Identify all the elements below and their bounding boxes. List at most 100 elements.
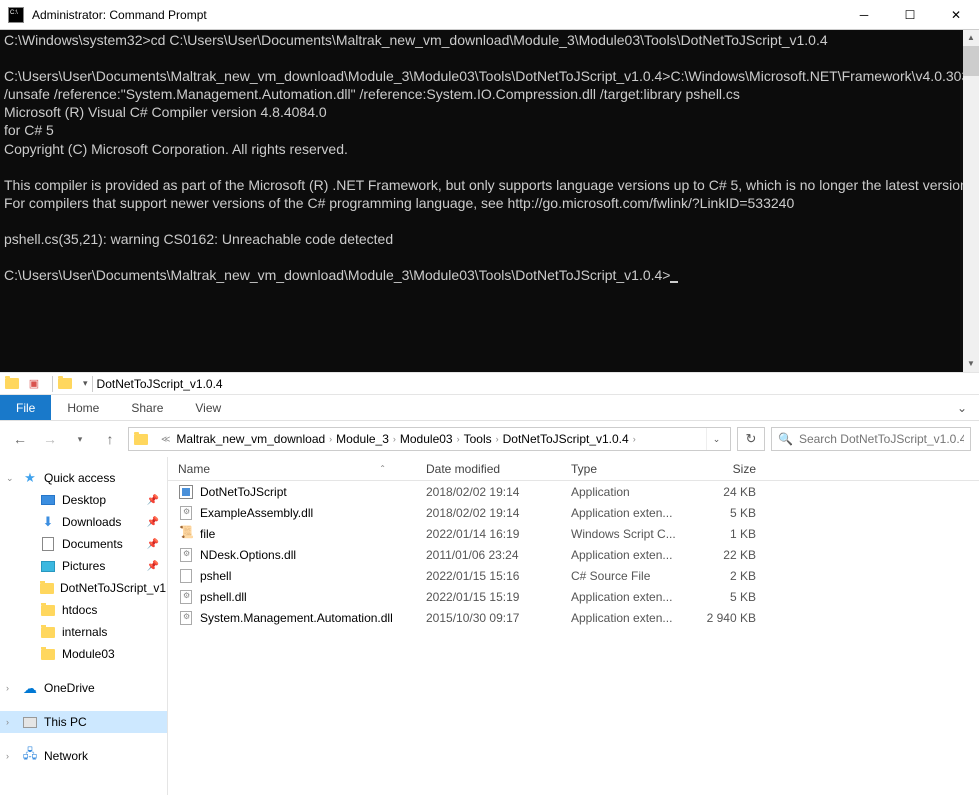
application-icon xyxy=(178,484,194,500)
dll-icon xyxy=(178,547,194,563)
file-tab[interactable]: File xyxy=(0,395,51,420)
column-name[interactable]: Name⌃ xyxy=(168,462,426,476)
column-type[interactable]: Type xyxy=(571,462,696,476)
file-name: pshell xyxy=(200,569,231,583)
chevron-right-icon[interactable]: › xyxy=(393,434,396,444)
navigation-pane[interactable]: ⌄ ★ Quick access Desktop📌⬇Downloads📌Docu… xyxy=(0,457,168,795)
file-row[interactable]: pshell.dll2022/01/15 15:19Application ex… xyxy=(168,586,979,607)
minimize-button[interactable]: ─ xyxy=(841,0,887,30)
scroll-down-icon[interactable]: ▼ xyxy=(963,356,979,372)
chevron-right-icon[interactable]: › xyxy=(6,683,9,693)
terminal-output[interactable]: C:\Windows\system32>cd C:\Users\User\Doc… xyxy=(0,30,979,372)
sidebar-onedrive[interactable]: › ☁ OneDrive xyxy=(0,677,167,699)
chevron-right-icon[interactable]: › xyxy=(633,434,636,444)
scroll-up-icon[interactable]: ▲ xyxy=(963,30,979,46)
file-date: 2018/02/02 19:14 xyxy=(426,485,571,499)
sidebar-item-label: Quick access xyxy=(44,471,115,485)
breadcrumb-segment[interactable]: Maltrak_new_vm_download xyxy=(176,432,325,446)
folder-icon xyxy=(40,624,56,640)
sidebar-item-label: Network xyxy=(44,749,88,763)
file-name: pshell.dll xyxy=(200,590,247,604)
chevron-right-icon[interactable]: › xyxy=(6,751,9,761)
search-box[interactable]: 🔍 xyxy=(771,427,971,451)
tab-share[interactable]: Share xyxy=(115,395,179,420)
file-type: Application exten... xyxy=(571,548,696,562)
sidebar-item[interactable]: DotNetToJScript_v1. xyxy=(0,577,167,599)
up-button[interactable]: ↑ xyxy=(98,427,122,451)
back-button[interactable]: ← xyxy=(8,427,32,451)
file-size: 2 KB xyxy=(696,569,776,583)
file-type: Application exten... xyxy=(571,506,696,520)
properties-qat-icon[interactable]: ▣ xyxy=(26,376,42,392)
explorer-titlebar[interactable]: ▣ ▾ DotNetToJScript_v1.0.4 xyxy=(0,373,979,395)
chevron-down-icon[interactable]: ⌄ xyxy=(6,473,14,484)
tab-home[interactable]: Home xyxy=(51,395,115,420)
sidebar-item[interactable]: Documents📌 xyxy=(0,533,167,555)
address-bar[interactable]: ≪ Maltrak_new_vm_download › Module_3 › Modul… xyxy=(128,427,731,451)
close-button[interactable]: ✕ xyxy=(933,0,979,30)
file-row[interactable]: DotNetToJScript2018/02/02 19:14Applicati… xyxy=(168,481,979,502)
scrollbar-thumb[interactable] xyxy=(963,46,979,76)
sidebar-item[interactable]: Pictures📌 xyxy=(0,555,167,577)
breadcrumb-segment[interactable]: Tools xyxy=(464,432,492,446)
file-date: 2018/02/02 19:14 xyxy=(426,506,571,520)
recent-dropdown-icon[interactable]: ▾ xyxy=(68,427,92,451)
qat-divider xyxy=(92,376,93,392)
file-row[interactable]: System.Management.Automation.dll2015/10/… xyxy=(168,607,979,628)
file-rows[interactable]: DotNetToJScript2018/02/02 19:14Applicati… xyxy=(168,481,979,795)
search-input[interactable] xyxy=(799,432,964,446)
sidebar-item[interactable]: Desktop📌 xyxy=(0,489,167,511)
file-date: 2011/01/06 23:24 xyxy=(426,548,571,562)
download-icon: ⬇ xyxy=(40,514,56,530)
chevron-right-icon[interactable]: › xyxy=(457,434,460,444)
sidebar-item-label: OneDrive xyxy=(44,681,95,695)
breadcrumb-segment[interactable]: DotNetToJScript_v1.0.4 xyxy=(503,432,629,446)
script-icon xyxy=(178,526,194,542)
breadcrumb-segment[interactable]: Module_3 xyxy=(336,432,389,446)
cmd-titlebar[interactable]: Administrator: Command Prompt ─ ☐ ✕ xyxy=(0,0,979,30)
file-name: ExampleAssembly.dll xyxy=(200,506,313,520)
column-date[interactable]: Date modified xyxy=(426,462,571,476)
folder-icon xyxy=(40,646,56,662)
folder-icon xyxy=(4,376,20,392)
source-icon xyxy=(178,568,194,584)
ribbon-expand-icon[interactable]: ⌄ xyxy=(945,395,979,420)
pin-icon: 📌 xyxy=(147,495,159,506)
sidebar-network[interactable]: › 🖧 Network xyxy=(0,745,167,767)
sidebar-item[interactable]: htdocs xyxy=(0,599,167,621)
folder-icon xyxy=(40,580,54,596)
document-icon xyxy=(40,536,56,552)
address-bar-row: ← → ▾ ↑ ≪ Maltrak_new_vm_download › Module… xyxy=(0,421,979,457)
chevron-right-icon[interactable]: › xyxy=(329,434,332,444)
sidebar-item[interactable]: ⬇Downloads📌 xyxy=(0,511,167,533)
file-row[interactable]: file2022/01/14 16:19Windows Script C...1… xyxy=(168,523,979,544)
file-date: 2022/01/15 15:19 xyxy=(426,590,571,604)
refresh-button[interactable]: ↻ xyxy=(737,427,765,451)
search-icon: 🔍 xyxy=(778,432,793,446)
qat-dropdown-icon[interactable]: ▾ xyxy=(83,378,88,389)
sidebar-item-label: htdocs xyxy=(62,603,97,617)
file-type: C# Source File xyxy=(571,569,696,583)
sidebar-quick-access[interactable]: ⌄ ★ Quick access xyxy=(0,467,167,489)
address-dropdown-icon[interactable]: ⌄ xyxy=(706,428,726,450)
file-row[interactable]: ExampleAssembly.dll 2018/02/02 19:14Appli… xyxy=(168,502,979,523)
file-row[interactable]: NDesk.Options.dll2011/01/06 23:24Applica… xyxy=(168,544,979,565)
column-label: Name xyxy=(178,462,210,476)
sidebar-this-pc[interactable]: › This PC xyxy=(0,711,167,733)
breadcrumb-segment[interactable]: Module03 xyxy=(400,432,453,446)
chevron-right-icon[interactable]: › xyxy=(6,717,9,727)
maximize-button[interactable]: ☐ xyxy=(887,0,933,30)
file-row[interactable]: pshell2022/01/15 15:16C# Source File2 KB xyxy=(168,565,979,586)
tab-view[interactable]: View xyxy=(179,395,237,420)
chevron-right-icon[interactable]: ≪ xyxy=(161,434,170,445)
sidebar-item[interactable]: Module03 xyxy=(0,643,167,665)
scrollbar[interactable]: ▲ ▼ xyxy=(963,30,979,372)
file-type: Application exten... xyxy=(571,611,696,625)
sidebar-item-label: Pictures xyxy=(62,559,105,573)
file-size: 1 KB xyxy=(696,527,776,541)
sidebar-item[interactable]: internals xyxy=(0,621,167,643)
forward-button[interactable]: → xyxy=(38,427,62,451)
column-size[interactable]: Size xyxy=(696,462,776,476)
folder-icon xyxy=(57,376,73,392)
chevron-right-icon[interactable]: › xyxy=(496,434,499,444)
